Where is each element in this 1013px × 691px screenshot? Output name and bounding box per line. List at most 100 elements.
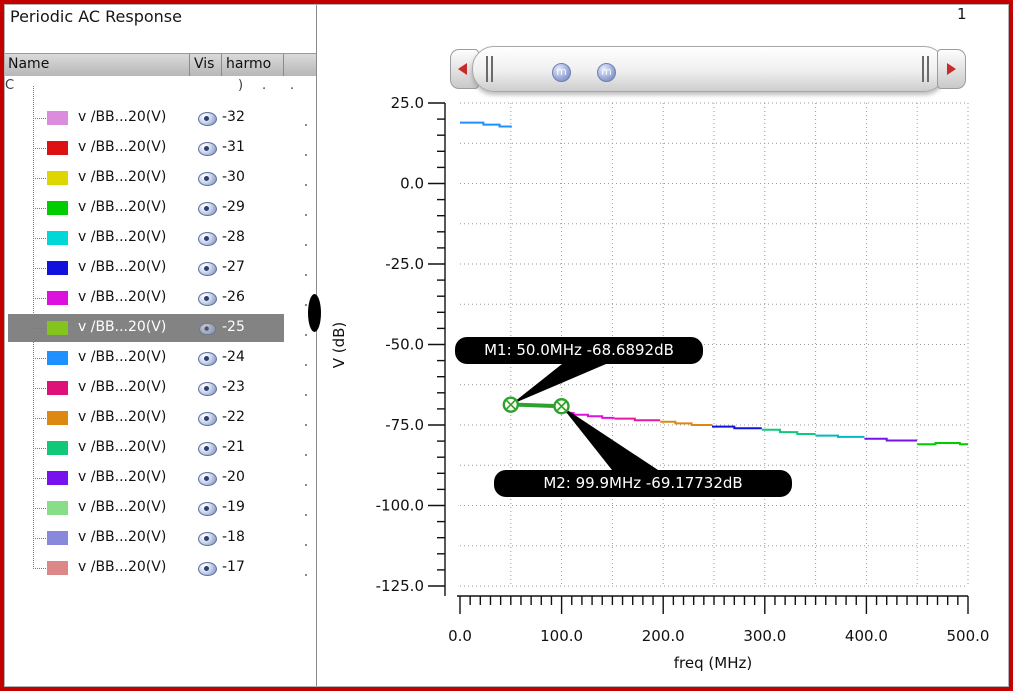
harmonic-value: -23 bbox=[222, 379, 245, 395]
trace bbox=[660, 420, 712, 426]
row-dot bbox=[305, 364, 307, 366]
table-row[interactable]: v /BB...20(V) -30 bbox=[4, 163, 310, 193]
signal-name: v /BB...20(V) bbox=[78, 319, 167, 335]
signal-name: v /BB...20(V) bbox=[78, 469, 167, 485]
table-row[interactable]: v /BB...20(V) -27 bbox=[4, 253, 310, 283]
marker-callout-m1[interactable]: M1: 50.0MHz -68.6892dB bbox=[455, 337, 703, 364]
marker-point-icon[interactable] bbox=[502, 396, 519, 413]
visibility-eye-icon[interactable] bbox=[198, 472, 217, 486]
table-row[interactable]: v /BB...20(V) -24 bbox=[4, 343, 310, 373]
harmonic-value: -31 bbox=[222, 139, 245, 155]
signal-name: v /BB...20(V) bbox=[78, 559, 167, 575]
marker-callout-m2[interactable]: M2: 99.9MHz -69.17732dB bbox=[494, 470, 792, 497]
trace bbox=[712, 425, 762, 430]
signal-name: v /BB...20(V) bbox=[78, 409, 167, 425]
table-row[interactable]: v /BB...20(V) -23 bbox=[4, 373, 310, 403]
signal-list: C).. v /BB...20(V) -32 v /BB...20(V) -31 v /B… bbox=[4, 76, 317, 682]
signal-name: v /BB...20(V) bbox=[78, 439, 167, 455]
marker-pointer bbox=[561, 406, 658, 470]
visibility-eye-icon[interactable] bbox=[198, 382, 217, 396]
tree-branch bbox=[33, 538, 48, 539]
tree-branch bbox=[33, 448, 48, 449]
svg-text:-50.0: -50.0 bbox=[385, 336, 424, 354]
signal-name: v /BB...20(V) bbox=[78, 379, 167, 395]
table-row[interactable]: v /BB...20(V) -32 bbox=[4, 103, 310, 133]
table-row[interactable]: v /BB...20(V) -18 bbox=[4, 523, 310, 553]
visibility-eye-icon[interactable] bbox=[198, 262, 217, 276]
row-dot bbox=[305, 394, 307, 396]
visibility-eye-icon[interactable] bbox=[198, 442, 217, 456]
color-swatch bbox=[47, 381, 68, 395]
table-row[interactable]: v /BB...20(V) -28 bbox=[4, 223, 310, 253]
row-dot bbox=[305, 184, 307, 186]
harmonic-value: -28 bbox=[222, 229, 245, 245]
panel-splitter[interactable] bbox=[316, 4, 317, 687]
table-row[interactable]: v /BB...20(V) -31 bbox=[4, 133, 310, 163]
scroll-right-button[interactable] bbox=[937, 49, 966, 89]
visibility-eye-icon[interactable] bbox=[198, 112, 217, 126]
row-dot bbox=[305, 454, 307, 456]
svg-text:400.0: 400.0 bbox=[845, 627, 888, 645]
tree-branch bbox=[33, 328, 48, 329]
svg-text:500.0: 500.0 bbox=[947, 627, 990, 645]
table-row[interactable]: v /BB...20(V) -22 bbox=[4, 403, 310, 433]
row-dot bbox=[305, 424, 307, 426]
column-separator[interactable] bbox=[189, 54, 190, 76]
signal-name: v /BB...20(V) bbox=[78, 199, 167, 215]
svg-text:25.0: 25.0 bbox=[391, 94, 424, 112]
color-swatch bbox=[47, 411, 68, 425]
signal-name: v /BB...20(V) bbox=[78, 169, 167, 185]
visibility-eye-icon[interactable] bbox=[198, 292, 217, 306]
clipped-row-fragment: . bbox=[262, 78, 267, 93]
row-dot bbox=[305, 304, 307, 306]
visibility-eye-icon[interactable] bbox=[198, 232, 217, 246]
table-row[interactable]: v /BB...20(V) -25 bbox=[4, 313, 310, 343]
table-row[interactable]: v /BB...20(V) -21 bbox=[4, 433, 310, 463]
svg-text:-100.0: -100.0 bbox=[376, 497, 424, 515]
table-row[interactable]: v /BB...20(V) -29 bbox=[4, 193, 310, 223]
row-dot bbox=[305, 574, 307, 576]
harmonic-value: -20 bbox=[222, 469, 245, 485]
harmonic-value: -32 bbox=[222, 109, 245, 125]
row-dot bbox=[305, 274, 307, 276]
visibility-eye-icon[interactable] bbox=[199, 322, 216, 336]
left-arrow-icon bbox=[458, 63, 467, 75]
tree-branch bbox=[33, 508, 48, 509]
visibility-eye-icon[interactable] bbox=[198, 502, 217, 516]
table-header: Name Vis harmo bbox=[4, 53, 317, 77]
marker-badge-icon[interactable]: m bbox=[552, 63, 571, 82]
signal-name: v /BB...20(V) bbox=[78, 529, 167, 545]
visibility-eye-icon[interactable] bbox=[198, 142, 217, 156]
signal-name: v /BB...20(V) bbox=[78, 499, 167, 515]
harmonic-value: -18 bbox=[222, 529, 245, 545]
table-row[interactable]: v /BB...20(V) -20 bbox=[4, 463, 310, 493]
visibility-eye-icon[interactable] bbox=[198, 562, 217, 576]
x-axis-title: freq (MHz) bbox=[674, 654, 752, 672]
trace bbox=[460, 121, 512, 128]
scrollbar-thumb[interactable]: m m bbox=[472, 46, 946, 92]
visibility-eye-icon[interactable] bbox=[198, 532, 217, 546]
table-row[interactable]: v /BB...20(V) -17 bbox=[4, 553, 310, 583]
right-arrow-icon bbox=[947, 63, 956, 75]
column-header-vis[interactable]: Vis bbox=[194, 56, 214, 72]
visibility-eye-icon[interactable] bbox=[198, 352, 217, 366]
column-header-name[interactable]: Name bbox=[8, 56, 49, 72]
marker-point-icon[interactable] bbox=[553, 398, 570, 415]
svg-text:0.0: 0.0 bbox=[400, 175, 424, 193]
splitter-handle[interactable] bbox=[308, 294, 321, 332]
table-row[interactable]: v /BB...20(V) -19 bbox=[4, 493, 310, 523]
column-separator[interactable] bbox=[221, 54, 222, 76]
thumb-left-grip-icon[interactable] bbox=[486, 56, 494, 82]
color-swatch bbox=[47, 261, 68, 275]
column-header-harmo[interactable]: harmo bbox=[226, 56, 271, 72]
color-swatch bbox=[47, 201, 68, 215]
marker-badge-icon[interactable]: m bbox=[597, 63, 616, 82]
table-row[interactable]: v /BB...20(V) -26 bbox=[4, 283, 310, 313]
svg-text:-75.0: -75.0 bbox=[385, 416, 424, 434]
visibility-eye-icon[interactable] bbox=[198, 202, 217, 216]
visibility-eye-icon[interactable] bbox=[198, 412, 217, 426]
row-dot bbox=[305, 244, 307, 246]
visibility-eye-icon[interactable] bbox=[198, 172, 217, 186]
thumb-right-grip-icon[interactable] bbox=[922, 56, 930, 82]
column-separator[interactable] bbox=[283, 54, 284, 76]
